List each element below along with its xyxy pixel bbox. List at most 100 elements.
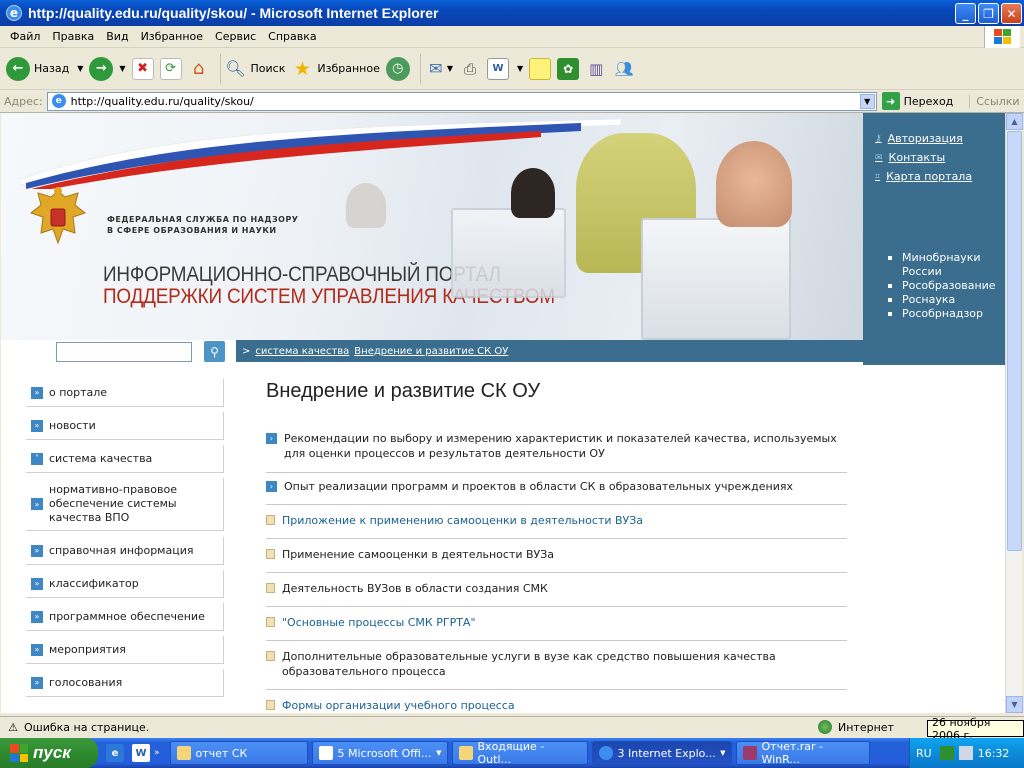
task-office[interactable]: 5 Microsoft Offi... ▼: [311, 741, 448, 765]
system-tray: RU 16:32: [909, 738, 1024, 768]
task-internet-explorer[interactable]: 3 Internet Explo... ▼: [591, 741, 732, 765]
content-item-experience[interactable]: › Опыт реализации программ и проектов в о…: [266, 479, 847, 505]
refresh-button[interactable]: ⟳: [159, 57, 182, 80]
org-link-rosobrazovanie[interactable]: Рособразование: [888, 279, 996, 293]
portal-header-banner: ФЕДЕРАЛЬНАЯ СЛУЖБА ПО НАДЗОРУ В СФЕРЕ ОБ…: [1, 113, 863, 340]
menu-file[interactable]: Файл: [4, 30, 46, 43]
go-button[interactable]: ➜ Переход: [881, 92, 953, 110]
menu-favorites[interactable]: Избранное: [135, 30, 209, 43]
content-item-additional-services[interactable]: Дополнительные образовательные услуги в …: [266, 649, 847, 690]
tray-app-icon[interactable]: [939, 746, 954, 760]
content-item-label: Рекомендации по выбору и измерению харак…: [284, 432, 837, 460]
top-link-authorization[interactable]: ⚷ Авторизация: [875, 132, 963, 145]
quicklaunch-ie-icon[interactable]: e: [106, 744, 124, 762]
back-button[interactable]: ← Назад ▼: [6, 56, 83, 81]
nav-item-reference[interactable]: » справочная информация: [26, 537, 224, 565]
nav-item-voting[interactable]: » голосования: [26, 669, 224, 697]
stop-button[interactable]: ✖: [131, 57, 154, 80]
address-dropdown-icon[interactable]: ▼: [859, 93, 875, 109]
status-text: Ошибка на странице.: [24, 721, 150, 734]
breadcrumb-quality-system[interactable]: система качества: [255, 346, 349, 357]
links-button[interactable]: Ссылки: [969, 94, 1020, 108]
top-link-contacts[interactable]: ✉ Контакты: [875, 151, 945, 164]
note-button[interactable]: [529, 57, 552, 80]
menu-view[interactable]: Вид: [100, 30, 134, 43]
back-arrow-icon: ←: [6, 56, 30, 81]
task-winrar[interactable]: Отчет.rar - WinR...: [735, 740, 870, 766]
forward-button[interactable]: → ▼: [89, 56, 126, 81]
double-chevron-right-icon: »: [31, 386, 43, 399]
nav-item-label: голосования: [49, 675, 123, 689]
history-button[interactable]: ◷: [385, 56, 410, 81]
task-outlook[interactable]: Входящие - Outl...: [451, 740, 588, 766]
research-button[interactable]: ▥: [585, 58, 607, 80]
org-link-rosobrnadzor[interactable]: Рособрнадзор: [888, 307, 996, 321]
scroll-thumb[interactable]: [1007, 131, 1022, 551]
print-button[interactable]: ⎙: [459, 58, 481, 80]
folder-icon: [176, 746, 191, 760]
nav-item-legal-framework[interactable]: » нормативно-правовое обеспечение системы…: [26, 478, 224, 531]
nav-item-label: нормативно-правовое обеспечение системы …: [49, 483, 177, 524]
task-otchet-sk[interactable]: отчет СК: [169, 741, 308, 765]
content-item-rgrta-processes[interactable]: "Основные процессы СМК РГРТА": [266, 615, 847, 641]
site-search-input[interactable]: [56, 342, 192, 362]
back-dropdown-icon[interactable]: ▼: [77, 64, 83, 73]
content-item-learning-forms[interactable]: Формы организации учебного процесса: [266, 698, 847, 713]
status-bar: ⚠ Ошибка на странице. Интернет 26 ноября…: [0, 716, 1024, 742]
org-link-minobrnauki[interactable]: Минобрнауки России: [888, 251, 981, 279]
minimize-button[interactable]: _: [955, 3, 976, 24]
forward-dropdown-icon[interactable]: ▼: [119, 64, 125, 73]
address-input[interactable]: e http://quality.edu.ru/quality/skou/ ▼: [46, 91, 877, 111]
breadcrumb-current[interactable]: Внедрение и развитие СК ОУ: [354, 346, 508, 357]
scroll-down-icon[interactable]: ▼: [1006, 696, 1023, 713]
content-item-self-assessment[interactable]: Применение самооценки в деятельности ВУЗ…: [266, 547, 847, 573]
content-item-self-assessment-appendix[interactable]: Приложение к применению самооценки в дея…: [266, 513, 847, 539]
content-item-recommendations[interactable]: › Рекомендации по выбору и измерению хара…: [266, 431, 847, 473]
outlook-icon: [458, 746, 473, 760]
nav-item-events[interactable]: » мероприятия: [26, 636, 224, 664]
messenger-button[interactable]: 👥︎: [613, 58, 635, 80]
vertical-scrollbar[interactable]: ▲ ▼: [1005, 113, 1023, 713]
warning-icon[interactable]: ⚠: [6, 721, 20, 735]
nav-item-news[interactable]: » новости: [26, 412, 224, 440]
zone-label: Интернет: [838, 720, 894, 734]
edit-button[interactable]: W ▼: [487, 57, 523, 80]
double-chevron-right-icon: »: [31, 498, 43, 510]
home-button[interactable]: ⌂: [188, 58, 210, 80]
menu-help[interactable]: Справка: [262, 30, 322, 43]
maximize-button[interactable]: ❐: [978, 3, 999, 24]
content-item-label: Дополнительные образовательные услуги в …: [282, 650, 776, 678]
organization-links: Минобрнауки России Рособразование Роснау…: [888, 251, 996, 321]
toolbar-separator: [219, 53, 221, 84]
mail-button[interactable]: ✉ ▼: [425, 58, 453, 80]
menu-edit[interactable]: Правка: [46, 30, 100, 43]
nav-item-software[interactable]: » программное обеспечение: [26, 603, 224, 631]
flower-icon: ✿: [557, 57, 580, 80]
close-button[interactable]: ✕: [1001, 3, 1022, 24]
sitemap-icon: ⌗: [875, 171, 881, 182]
clock[interactable]: 16:32: [978, 747, 1010, 760]
top-link-sitemap[interactable]: ⌗ Карта портала: [875, 170, 972, 183]
org-link-rosnauka[interactable]: Роснаука: [888, 293, 996, 307]
magnifier-icon: ⚲: [210, 344, 219, 359]
nav-item-about[interactable]: » о портале: [26, 379, 224, 407]
menu-tools[interactable]: Сервис: [209, 30, 262, 43]
nav-item-label: новости: [49, 418, 96, 432]
nav-item-quality-system[interactable]: ˅ система качества: [26, 445, 224, 473]
content-item-qms-universities[interactable]: Деятельность ВУЗов в области создания СМ…: [266, 581, 847, 607]
site-search-button[interactable]: ⚲: [204, 341, 225, 362]
language-indicator[interactable]: RU: [916, 747, 932, 760]
window-title-bar[interactable]: e http://quality.edu.ru/quality/skou/ - …: [0, 0, 1024, 26]
start-button[interactable]: пуск: [0, 738, 98, 768]
tray-network-icon[interactable]: [958, 746, 973, 760]
search-button[interactable]: 🔍︎ Поиск: [225, 58, 285, 80]
quicklaunch-more-icon[interactable]: »: [154, 748, 160, 758]
quicklaunch-word-icon[interactable]: W: [132, 744, 150, 762]
refresh-icon: ⟳: [159, 57, 182, 80]
double-chevron-right-icon: »: [31, 643, 43, 656]
printer-icon: ⎙: [463, 59, 476, 78]
favorites-button[interactable]: ★ Избранное: [291, 58, 380, 80]
icq-button[interactable]: ✿: [557, 57, 580, 80]
nav-item-classifier[interactable]: » классификатор: [26, 570, 224, 598]
scroll-up-icon[interactable]: ▲: [1006, 113, 1023, 130]
